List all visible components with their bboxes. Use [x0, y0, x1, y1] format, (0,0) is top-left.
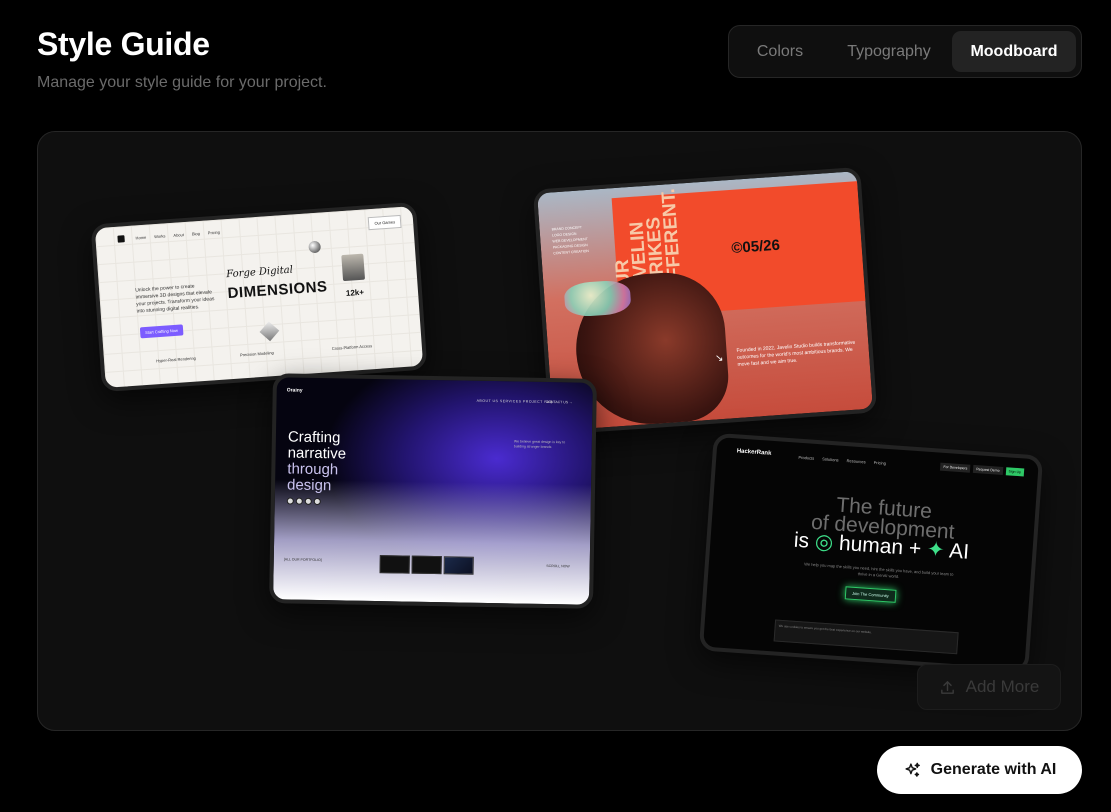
card-portfolio-link: [ALL OUR PORTFOLIO] — [283, 557, 322, 563]
card-buttons: For Developers Request Demo Sign Up — [940, 462, 1025, 477]
page-subtitle: Manage your style guide for your project… — [37, 74, 327, 91]
generate-with-ai-button[interactable]: Generate with AI — [877, 746, 1082, 794]
card-brand: Orainy — [286, 387, 303, 394]
portrait-image — [341, 253, 366, 282]
nav-item: Works — [154, 233, 166, 240]
tab-moodboard[interactable]: Moodboard — [952, 31, 1076, 72]
card-copy: Founded in 2022, Javelin Studio builds t… — [736, 339, 856, 368]
add-more-label: Add More — [965, 677, 1040, 696]
card-button: Request Demo — [973, 464, 1003, 475]
card-cta: Our Games — [368, 214, 402, 231]
tab-typography[interactable]: Typography — [826, 31, 952, 72]
nav-item: Pricing — [207, 229, 221, 236]
nav-item: Resources — [846, 458, 866, 465]
avatar-group — [286, 497, 321, 506]
style-guide-tabs: Colors Typography Moodboard — [728, 25, 1082, 78]
card-join-button: Join The Community — [844, 586, 897, 603]
fingerprint-icon: ◎ — [814, 530, 835, 555]
card-side-nav: BRAND CONCEPT LOGO DESIGN WEB DEVELOPMEN… — [551, 223, 603, 256]
card-menu: ABOUT US SERVICES PROJECT FAQ — [476, 398, 553, 405]
moodboard-image-hackerrank[interactable]: HackerRank Products Solutions Resources … — [698, 432, 1044, 674]
card-contact: CONTACT US → — [545, 399, 573, 405]
arrow-icon: ↘ — [714, 352, 724, 365]
nav-item: Pricing — [873, 459, 887, 466]
hero-word: AI — [948, 539, 970, 564]
card-button: For Developers — [940, 462, 971, 473]
card-intro-text: Unlock the power to create immersive 3D … — [135, 283, 215, 315]
moodboard-image-forge-digital[interactable]: Home Works About Blog Pricing Our Games … — [90, 201, 428, 393]
nav-item: Products — [798, 454, 815, 461]
headline-line: design — [286, 476, 332, 495]
card-issue: ©05/26 — [730, 236, 781, 258]
card-scroll: SCROLL NOW — [546, 563, 570, 569]
nav-item: Blog — [191, 230, 201, 237]
hero-word: is — [793, 528, 810, 553]
card-brand: HackerRank — [736, 448, 772, 457]
card-subtext: We help you map the skills you need, hir… — [804, 561, 954, 580]
logo-icon — [117, 235, 125, 243]
card-nav: Products Solutions Resources Pricing — [798, 455, 886, 466]
card-headline: Crafting narrative through design — [286, 428, 346, 495]
add-more-button[interactable]: Add More — [917, 664, 1061, 710]
card-stat: 12k+ — [345, 287, 365, 298]
card-note: We believe great design is key to buildi… — [513, 439, 566, 450]
card-button: Sign Up — [1005, 467, 1025, 477]
card-hero: The future of development is ◎ human + ✦… — [766, 491, 999, 564]
nav-item: Home — [135, 234, 147, 241]
tab-colors[interactable]: Colors — [734, 31, 826, 72]
page-title: Style Guide — [37, 26, 210, 62]
nav-item: About — [173, 232, 185, 238]
generate-label: Generate with AI — [930, 761, 1057, 778]
upload-icon — [940, 680, 954, 694]
moodboard-image-crafting-narrative[interactable]: Orainy ABOUT US SERVICES PROJECT FAQ CON… — [269, 373, 597, 609]
nav-item: Solutions — [822, 456, 839, 463]
hero-word: human + — [838, 531, 922, 561]
cookie-banner: We use cookies to ensure you get the bes… — [773, 619, 959, 655]
thumbnail-strip — [379, 555, 474, 575]
sparkle-icon: ✦ — [926, 537, 946, 563]
sparkles-icon — [905, 762, 920, 777]
